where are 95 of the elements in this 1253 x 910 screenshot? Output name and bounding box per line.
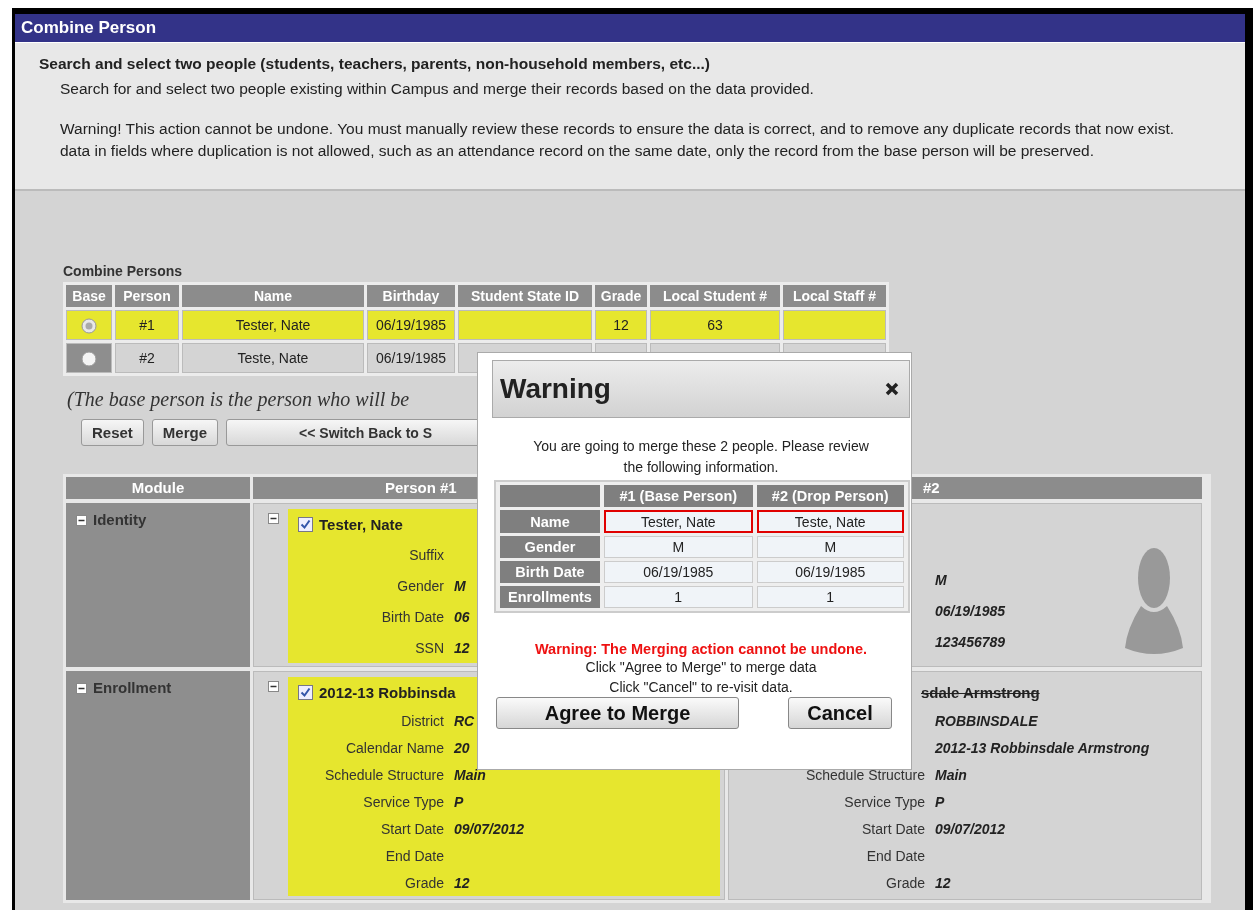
section-heading: Search and select two people (students, teachers, parents, non-household members, etc...) — [39, 55, 711, 73]
field-value: 12 — [454, 639, 470, 656]
field-label: Grade — [404, 874, 444, 891]
field-value: RC — [454, 712, 475, 729]
field-label: End Date — [384, 847, 444, 864]
note-text: (The base person is the person who will be — [67, 388, 410, 411]
table-cell: Tester, Nate — [235, 317, 311, 333]
field-value: M — [454, 577, 466, 594]
row-header: Birth Date — [500, 561, 600, 583]
table-cell: M — [604, 536, 753, 558]
dialog-title: Warning — [500, 373, 611, 405]
field-value: 09/07/2012 — [935, 820, 1006, 837]
field-label: Schedule Structure — [323, 766, 444, 783]
table-cell: 12 — [613, 317, 629, 333]
field-value: 09/07/2012 — [454, 820, 525, 837]
table-cell: 1 — [756, 586, 904, 608]
minus-icon[interactable] — [76, 515, 87, 526]
action-button[interactable]: Merge — [151, 419, 219, 446]
table-cell: 06/19/1985 — [375, 317, 447, 333]
minus-icon[interactable] — [268, 681, 279, 692]
field-value: ROBBINSDALE — [935, 712, 1038, 729]
action-button[interactable]: Reset — [81, 419, 144, 446]
close-icon[interactable] — [885, 382, 899, 396]
table-cell: 63 — [707, 317, 723, 333]
field-label: Service Type — [362, 793, 444, 810]
field-label: Birth Date — [380, 608, 444, 625]
radio-button[interactable] — [81, 317, 97, 334]
table-cell: Tester, Nate — [604, 510, 753, 533]
table-cell: Teste, Nate — [756, 510, 904, 533]
field-label: Calendar Name — [344, 739, 444, 756]
module-name: Identity — [93, 511, 147, 528]
column-header: Grade — [595, 285, 647, 307]
minus-icon[interactable] — [268, 513, 279, 524]
field-label: Service Type — [843, 793, 925, 810]
row-header: Name — [500, 510, 600, 533]
warning-text: Warning! This action cannot be undone. You must manually review these records to ensure the data is correct, and to remove any duplicate records that now exist. — [60, 119, 1176, 139]
cancel-button[interactable]: Cancel — [788, 697, 892, 729]
field-label: End Date — [865, 847, 925, 864]
column-header: Local Student # — [650, 285, 780, 307]
table-cell: 06/19/1985 — [375, 350, 447, 366]
table-title: Combine Persons — [63, 263, 184, 279]
record-title: Tester, Nate — [319, 515, 403, 533]
agree-button[interactable]: Agree to Merge — [496, 697, 739, 729]
field-value: 12 — [454, 874, 470, 891]
table-cell: #1 — [139, 317, 155, 333]
radio-button[interactable] — [81, 350, 97, 367]
checkbox[interactable] — [298, 516, 313, 532]
table-cell: 06/19/1985 — [756, 561, 904, 583]
field-value: 06/19/1985 — [935, 602, 1006, 619]
table-cell: 1 — [604, 586, 753, 608]
alert-text: Warning: The Merging action cannot be undone. — [533, 641, 869, 657]
field-label: Schedule Structure — [804, 766, 925, 783]
column-header: Module — [66, 477, 250, 499]
column-header: #2 (Drop Person) — [756, 485, 904, 507]
table-cell: 06/19/1985 — [604, 561, 753, 583]
column-header: Student State ID — [458, 285, 592, 307]
field-label: SSN — [414, 639, 444, 656]
field-label: District — [400, 712, 444, 729]
checkbox[interactable] — [298, 684, 313, 700]
row-header: Gender — [500, 536, 600, 558]
field-value: Main — [935, 766, 967, 783]
record-title: 2012-13 Robbinsda — [319, 683, 456, 701]
field-value: 06 — [454, 608, 470, 625]
field-label: Suffix — [408, 546, 444, 563]
instruction-text: Click "Agree to Merge" to merge data — [584, 658, 818, 677]
field-label: Start Date — [379, 820, 444, 837]
record-title: sdale Armstrong — [921, 683, 1040, 701]
window-title: Combine Person — [15, 14, 1245, 43]
field-value: P — [935, 793, 945, 810]
instruction-text: Click "Cancel" to re-visit data. — [608, 678, 794, 697]
field-value: Main — [454, 766, 486, 783]
field-value: P — [454, 793, 464, 810]
column-header: Person — [115, 285, 179, 307]
warning-text: data in fields where duplication is not allowed, such as an attendance record on the same date, only the record from the base person will be preserved. — [60, 141, 1095, 161]
field-label: Grade — [885, 874, 925, 891]
column-header: Name — [182, 285, 364, 307]
column-header: Local Staff # — [783, 285, 886, 307]
column-header: #1 (Base Person) — [604, 485, 753, 507]
column-header: Birthday — [367, 285, 455, 307]
minus-icon[interactable] — [76, 683, 87, 694]
table-cell: Teste, Nate — [237, 350, 309, 366]
field-value: M — [935, 571, 947, 588]
field-label: Start Date — [860, 820, 925, 837]
table-cell: M — [756, 536, 904, 558]
table-cell: #2 — [139, 350, 155, 366]
description-text: Search for and select two people existing within Campus and merge their records based on the data provided. — [60, 80, 815, 98]
dialog-message: You are going to merge these 2 people. Please review the following information. — [532, 437, 870, 477]
field-value: 20 — [454, 739, 470, 756]
field-label: Gender — [396, 577, 444, 594]
column-header: Base — [66, 285, 112, 307]
field-value: 123456789 — [935, 633, 1006, 650]
module-name: Enrollment — [93, 679, 172, 696]
field-value: 2012-13 Robbinsdale Armstrong — [935, 739, 1150, 756]
row-header: Enrollments — [500, 586, 600, 608]
field-value: 12 — [935, 874, 951, 891]
